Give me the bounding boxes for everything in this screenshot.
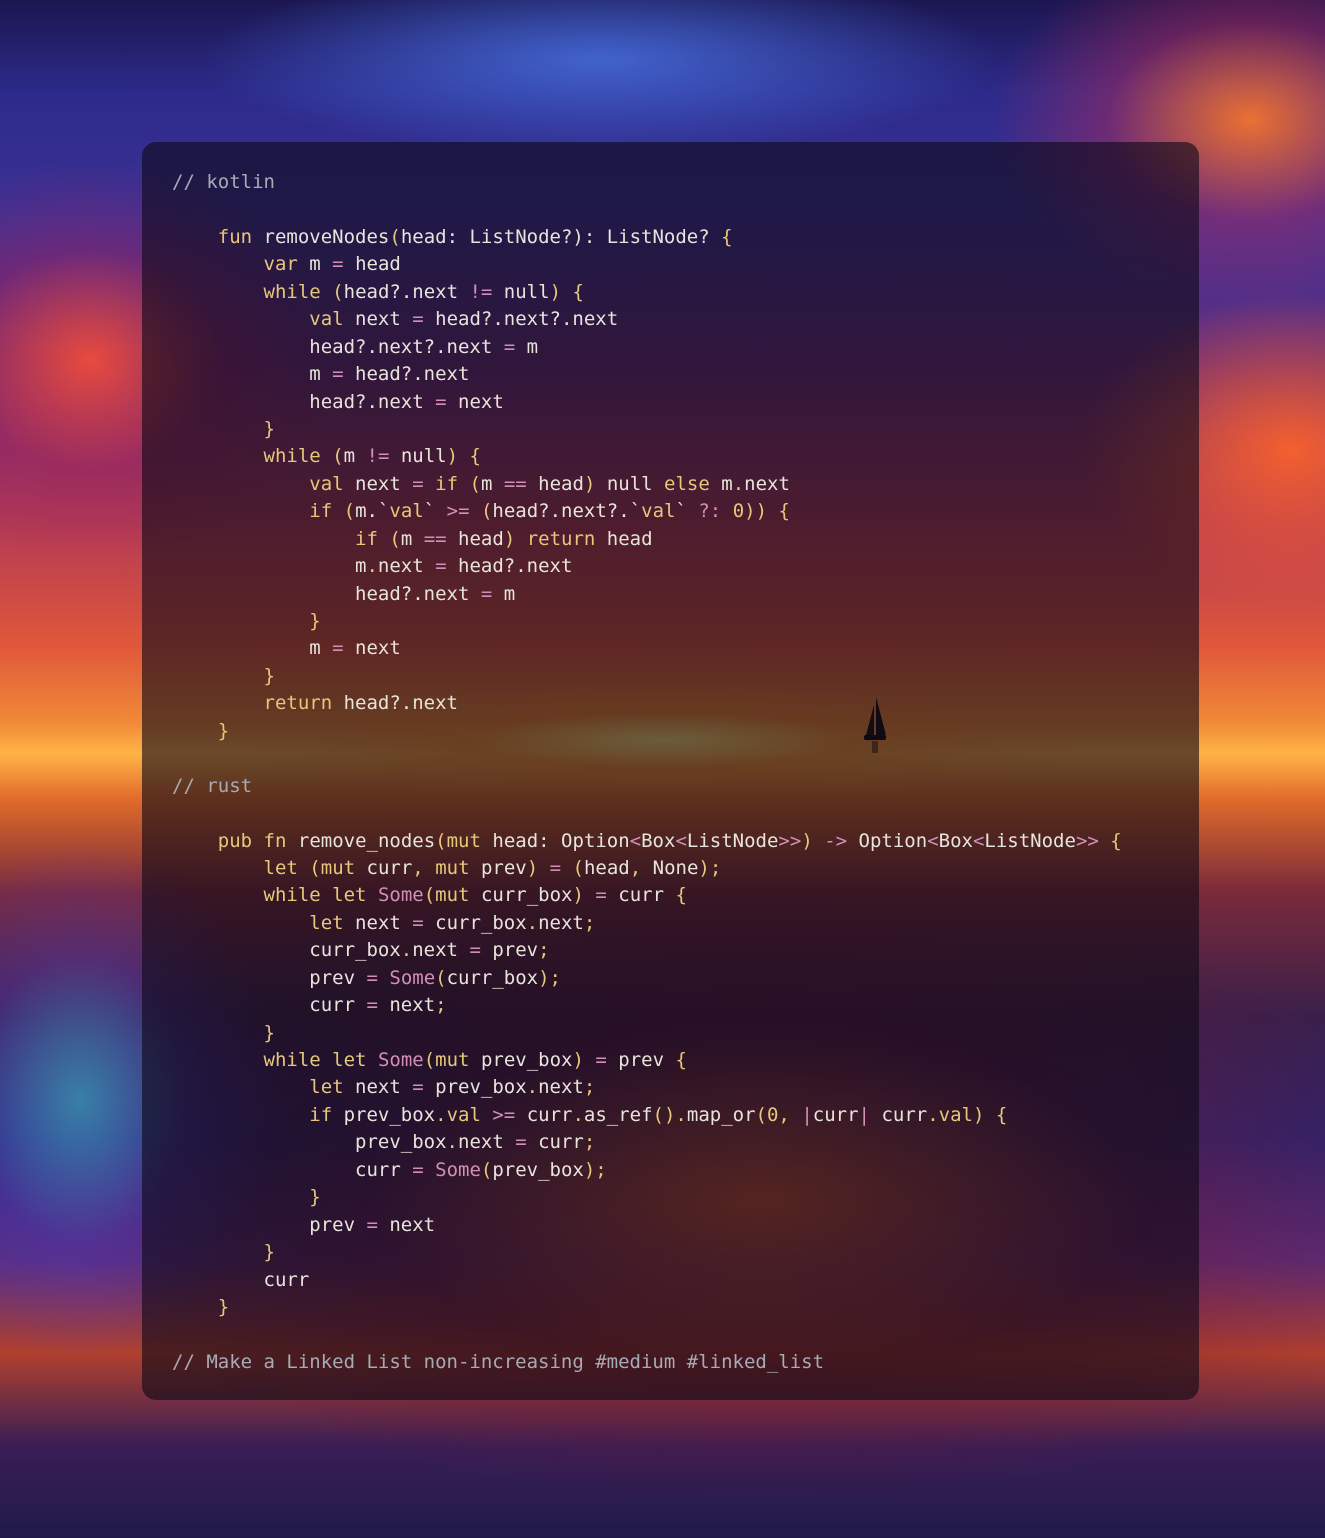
code-line: head?.next = m xyxy=(172,582,516,605)
code-line: pub fn remove_nodes(mut head: Option<Box… xyxy=(217,829,1122,852)
code-line: // Make a Linked List non-increasing #me… xyxy=(172,1350,825,1373)
code-line: var m = head xyxy=(263,253,401,276)
code-line: // kotlin xyxy=(172,171,275,193)
code-line: prev = Some(curr_box); xyxy=(172,966,561,989)
code-line: return head?.next xyxy=(263,692,458,715)
code-line: } xyxy=(263,1021,275,1044)
code-line: curr_box.next = prev; xyxy=(172,939,550,962)
code-line: head?.next = next xyxy=(172,390,504,413)
code-line: while (head?.next != null) { xyxy=(263,280,584,303)
code-line: m.next = head?.next xyxy=(172,555,573,578)
code-line: while let Some(mut curr_box) = curr { xyxy=(263,884,687,907)
code-line: // rust xyxy=(172,774,253,797)
code-line: curr = next; xyxy=(172,994,447,1017)
code-line: let next = curr_box.next; xyxy=(309,911,596,934)
code-line: fun removeNodes(head: ListNode?): ListNo… xyxy=(217,225,733,248)
code-line: while let Some(mut prev_box) = prev { xyxy=(263,1049,687,1071)
code-line: prev_box.next = curr; xyxy=(172,1131,596,1154)
code-line: let next = prev_box.next; xyxy=(309,1076,596,1099)
code-block: // kotlin fun removeNodes(head: ListNode… xyxy=(172,169,1199,1376)
code-line: if (m == head) return head xyxy=(355,527,653,550)
code-line: while (m != null) { xyxy=(263,445,481,468)
code-line: if (m.`val` >= (head?.next?.`val` ?: 0))… xyxy=(309,500,790,523)
code-line: } xyxy=(263,417,275,440)
code-line: val next = head?.next?.next xyxy=(309,308,619,331)
code-line: if prev_box.val >= curr.as_ref().map_or(… xyxy=(309,1103,1008,1126)
code-panel: // kotlin fun removeNodes(head: ListNode… xyxy=(142,142,1199,1400)
code-line: prev = next xyxy=(172,1213,436,1236)
code-line: val next = if (m == head) null else m.ne… xyxy=(309,472,790,495)
code-line: head?.next?.next = m xyxy=(172,335,539,358)
code-line: m = head?.next xyxy=(172,363,470,386)
code-line: } xyxy=(263,1241,275,1264)
code-line: } xyxy=(309,610,321,632)
code-line: } xyxy=(263,664,275,687)
code-line: let (mut curr, mut prev) = (head, None); xyxy=(263,856,722,879)
code-line: } xyxy=(217,719,230,742)
code-line: curr = Some(prev_box); xyxy=(172,1158,607,1181)
code-line: m = next xyxy=(172,637,401,660)
code-line: } xyxy=(309,1186,321,1209)
code-line: } xyxy=(217,1295,230,1318)
code-line: curr xyxy=(172,1268,310,1291)
